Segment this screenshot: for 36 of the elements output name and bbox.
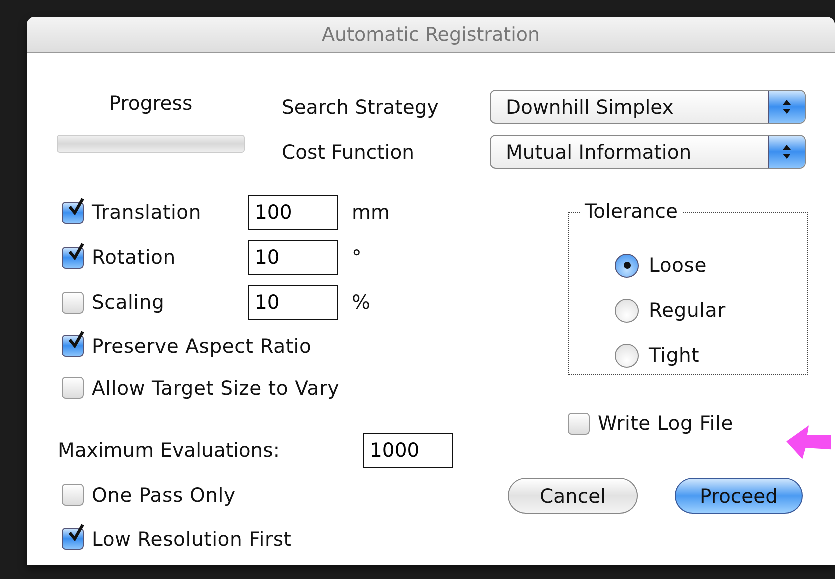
- checkbox-label[interactable]: Scaling: [92, 291, 242, 314]
- stepper-arrows-icon: [768, 136, 805, 168]
- radio-button[interactable]: [615, 254, 639, 278]
- radio-label[interactable]: Tight: [649, 344, 700, 367]
- push-button[interactable]: Cancel: [508, 478, 638, 514]
- radio-label[interactable]: Loose: [649, 254, 708, 277]
- field-label: Maximum Evaluations:: [58, 439, 281, 462]
- popup-label: Search Strategy: [282, 96, 440, 118]
- radio-button[interactable]: [615, 344, 639, 368]
- checkbox-label[interactable]: Translation: [92, 201, 242, 224]
- checkbox-label[interactable]: Allow Target Size to Vary: [92, 376, 340, 400]
- checkbox[interactable]: [62, 484, 84, 506]
- popup-menu[interactable]: Downhill Simplex: [490, 90, 806, 124]
- radio-button[interactable]: [615, 298, 639, 322]
- progress-label: Progress: [109, 92, 193, 115]
- checkbox[interactable]: [568, 412, 590, 434]
- input-field[interactable]: 1000: [363, 433, 453, 468]
- input-field[interactable]: 100: [248, 195, 338, 230]
- checkbox-label[interactable]: Rotation: [92, 246, 242, 269]
- checkbox-label[interactable]: One Pass Only: [92, 484, 242, 506]
- checkbox[interactable]: [62, 292, 84, 314]
- unit-label: °: [352, 246, 362, 269]
- input-field[interactable]: 10: [248, 240, 338, 275]
- input-field[interactable]: 10: [248, 285, 338, 320]
- popup-label: Cost Function: [282, 140, 416, 164]
- window-title: Automatic Registration: [322, 24, 540, 46]
- checkbox-label[interactable]: Low Resolution First: [92, 528, 292, 550]
- unit-label: %: [352, 291, 371, 314]
- unit-label: mm: [352, 201, 390, 224]
- checkbox[interactable]: [62, 377, 84, 399]
- popup-menu[interactable]: Mutual Information: [490, 135, 806, 169]
- stepper-arrows-icon: [768, 91, 805, 123]
- checkbox-label[interactable]: Preserve Aspect Ratio: [92, 334, 312, 358]
- radio-label[interactable]: Regular: [649, 299, 726, 322]
- default-button[interactable]: Proceed: [675, 478, 803, 514]
- checkbox-label[interactable]: Write Log File: [598, 412, 748, 435]
